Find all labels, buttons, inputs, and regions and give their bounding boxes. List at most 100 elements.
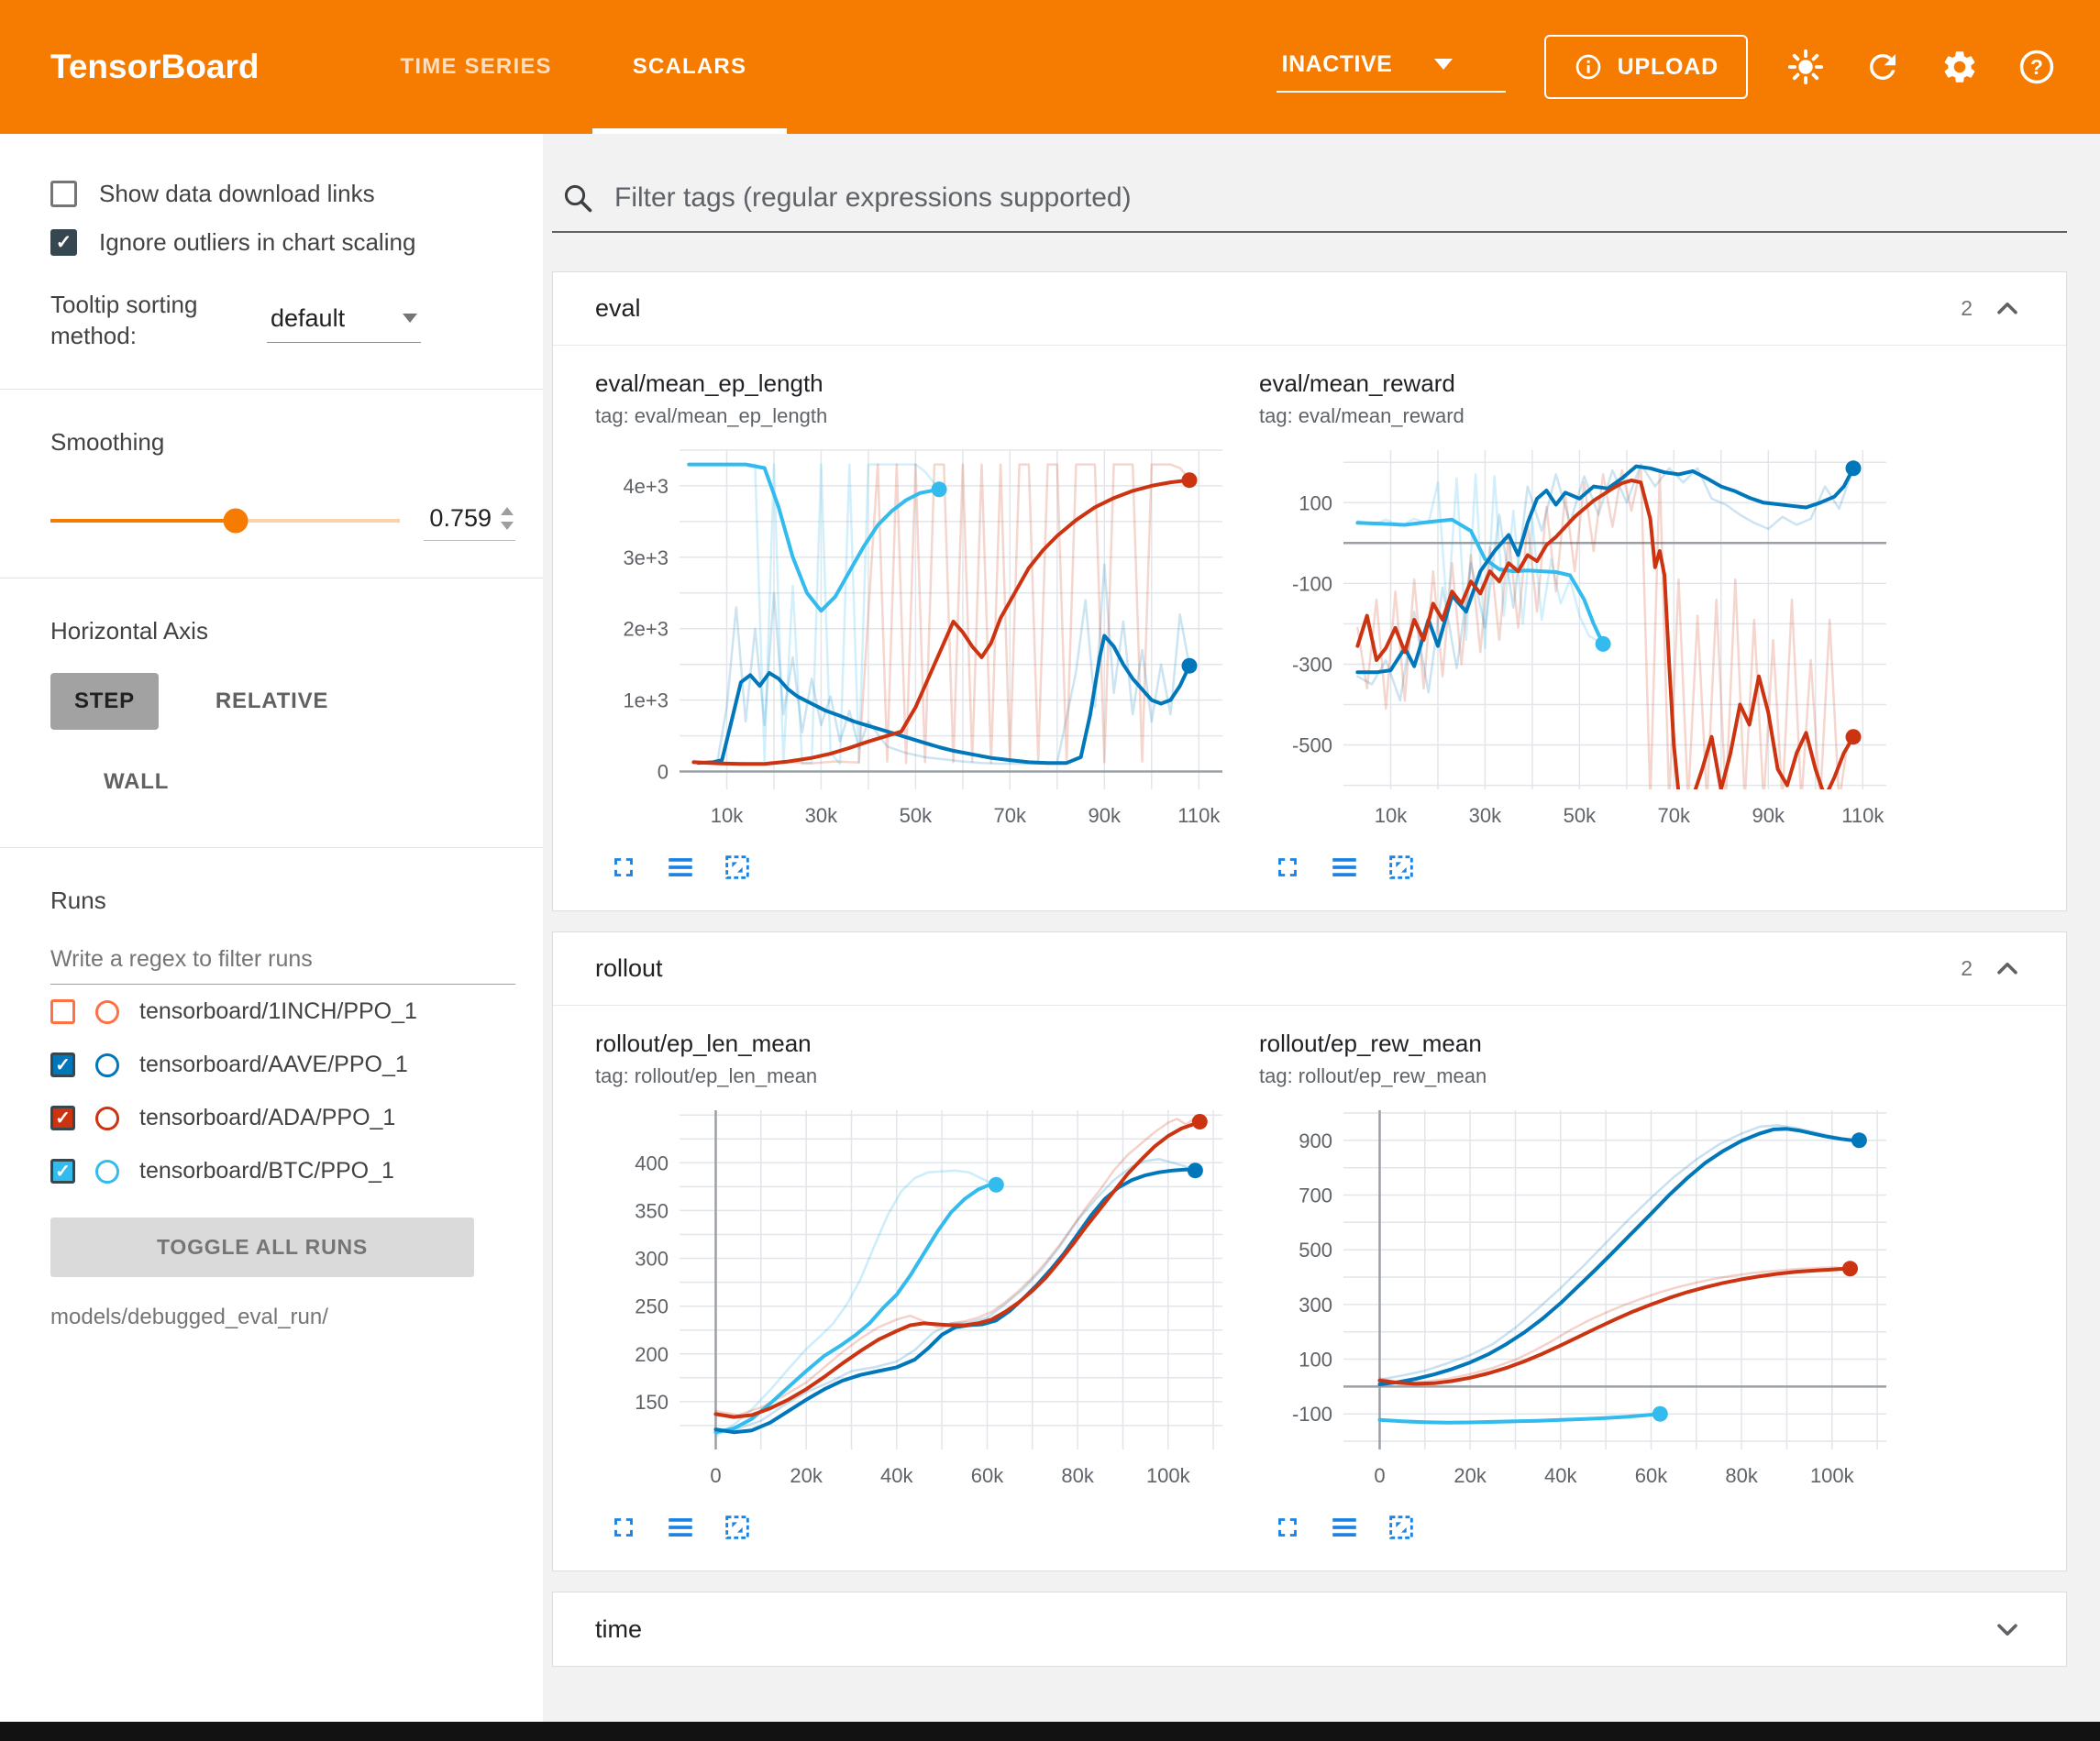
fullscreen-icon[interactable] (1272, 852, 1303, 883)
fullscreen-icon[interactable] (608, 1512, 639, 1543)
svg-text:350: 350 (635, 1199, 669, 1222)
smoothing-value-input[interactable]: 0.759 (424, 501, 515, 541)
run-color-circle[interactable] (95, 1000, 119, 1024)
tag-filter-input[interactable] (613, 182, 2058, 215)
axis-step-button[interactable]: STEP (50, 673, 159, 730)
slider-knob[interactable] (224, 508, 249, 533)
scalars-pane: eval 2 eval/mean_ep_length tag: eval/mea… (543, 134, 2100, 1741)
svg-text:4e+3: 4e+3 (623, 475, 669, 498)
chart-title: rollout/ep_len_mean (595, 1030, 1237, 1058)
run-checkbox[interactable] (50, 1106, 75, 1130)
runs-filter-input[interactable] (50, 939, 515, 985)
chevron-down-icon[interactable] (1991, 1613, 2024, 1646)
upload-label: UPLOAD (1618, 54, 1719, 81)
chart-title: eval/mean_reward (1259, 369, 1901, 398)
stepper-icon[interactable] (501, 507, 514, 530)
svg-text:0: 0 (710, 1464, 721, 1487)
tooltip-sorting-value: default (271, 304, 345, 333)
status-dropdown[interactable]: INACTIVE (1277, 42, 1506, 93)
line-chart[interactable]: 10k30k50k70k90k110k100-100-300-500 (1259, 435, 1901, 850)
section-rollout: rollout 2 rollout/ep_len_mean tag: rollo… (552, 931, 2067, 1571)
run-label: tensorboard/ADA/PPO_1 (139, 1105, 395, 1131)
ignore-outliers-checkbox[interactable] (50, 229, 77, 256)
chart-title: eval/mean_ep_length (595, 369, 1237, 398)
fit-domain-icon[interactable] (1386, 852, 1417, 883)
settings-sidebar: Show data download links Ignore outliers… (0, 134, 543, 1741)
section-title: rollout (595, 954, 663, 983)
svg-text:10k: 10k (1375, 804, 1408, 827)
chevron-up-icon[interactable] (1991, 292, 2024, 325)
settings-icon[interactable] (1940, 48, 1979, 86)
line-chart[interactable]: 020k40k60k80k100k150200250300350400 (595, 1096, 1237, 1510)
divider (0, 389, 543, 390)
show-download-links-label: Show data download links (99, 180, 375, 208)
run-selector-icon[interactable] (1329, 852, 1360, 883)
run-checkbox[interactable] (50, 999, 75, 1024)
section-time-header[interactable]: time (553, 1592, 2066, 1666)
svg-text:110k: 110k (1177, 804, 1221, 827)
axis-relative-button[interactable]: RELATIVE (192, 673, 352, 730)
run-selector-icon[interactable] (665, 1512, 696, 1543)
run-checkbox[interactable] (50, 1052, 75, 1077)
axis-wall-button[interactable]: WALL (80, 754, 193, 810)
fit-domain-icon[interactable] (722, 852, 753, 883)
chevron-down-icon (1434, 59, 1453, 70)
svg-text:400: 400 (635, 1151, 669, 1174)
chart-tag: tag: eval/mean_ep_length (595, 404, 1237, 428)
run-selector-icon[interactable] (1329, 1512, 1360, 1543)
help-icon[interactable]: ? (2017, 48, 2056, 86)
tag-filter (552, 174, 2067, 233)
search-icon (561, 182, 594, 215)
run-list: tensorboard/1INCH/PPO_1 tensorboard/AAVE… (50, 986, 515, 1197)
fit-domain-icon[interactable] (1386, 1512, 1417, 1543)
run-color-circle[interactable] (95, 1107, 119, 1130)
svg-text:40k: 40k (1544, 1464, 1577, 1487)
tab-scalars[interactable]: SCALARS (592, 0, 787, 134)
line-chart[interactable]: 020k40k60k80k100k-100100300500700900 (1259, 1096, 1901, 1510)
svg-text:10k: 10k (711, 804, 744, 827)
chevron-down-icon (403, 314, 417, 323)
svg-text:100: 100 (1299, 1349, 1332, 1372)
refresh-icon[interactable] (1863, 48, 1902, 86)
svg-text:80k: 80k (1725, 1464, 1758, 1487)
chart-card-rollout-ep-len-mean: rollout/ep_len_mean tag: rollout/ep_len_… (595, 1030, 1237, 1543)
run-row: tensorboard/AAVE/PPO_1 (50, 1040, 515, 1091)
svg-text:1e+3: 1e+3 (623, 689, 669, 712)
smoothing-slider[interactable] (50, 519, 400, 523)
svg-text:-100: -100 (1292, 1403, 1332, 1426)
toggle-all-runs-button[interactable]: TOGGLE ALL RUNS (50, 1218, 474, 1277)
chevron-up-icon[interactable] (1991, 953, 2024, 986)
svg-text:900: 900 (1299, 1129, 1332, 1152)
upload-button[interactable]: UPLOAD (1544, 35, 1748, 99)
svg-text:300: 300 (1299, 1294, 1332, 1317)
run-checkbox[interactable] (50, 1159, 75, 1184)
svg-text:0: 0 (658, 761, 669, 784)
svg-text:100k: 100k (1146, 1464, 1191, 1487)
svg-text:60k: 60k (1635, 1464, 1668, 1487)
brightness-icon[interactable] (1786, 48, 1825, 86)
chart-tag: tag: rollout/ep_len_mean (595, 1064, 1237, 1088)
fullscreen-icon[interactable] (1272, 1512, 1303, 1543)
section-time: time (552, 1592, 2067, 1667)
runs-footer-path: models/debugged_eval_run/ (50, 1305, 515, 1330)
section-title: time (595, 1615, 642, 1644)
tooltip-sorting-dropdown[interactable]: default (267, 299, 421, 343)
run-color-circle[interactable] (95, 1160, 119, 1184)
fullscreen-icon[interactable] (608, 852, 639, 883)
status-label: INACTIVE (1282, 51, 1393, 78)
fit-domain-icon[interactable] (722, 1512, 753, 1543)
svg-text:250: 250 (635, 1295, 669, 1318)
section-rollout-header[interactable]: rollout 2 (553, 932, 2066, 1006)
run-selector-icon[interactable] (665, 852, 696, 883)
svg-text:90k: 90k (1089, 804, 1122, 827)
svg-text:60k: 60k (971, 1464, 1004, 1487)
show-download-links-checkbox[interactable] (50, 181, 77, 207)
run-label: tensorboard/1INCH/PPO_1 (139, 998, 417, 1025)
run-color-circle[interactable] (95, 1053, 119, 1077)
horizontal-axis-label: Horizontal Axis (50, 617, 515, 645)
line-chart[interactable]: 10k30k50k70k90k110k01e+32e+33e+34e+3 (595, 435, 1237, 850)
section-eval-header[interactable]: eval 2 (553, 272, 2066, 346)
run-label: tensorboard/BTC/PPO_1 (139, 1158, 394, 1185)
svg-text:20k: 20k (790, 1464, 823, 1487)
tab-time-series[interactable]: TIME SERIES (360, 0, 592, 134)
